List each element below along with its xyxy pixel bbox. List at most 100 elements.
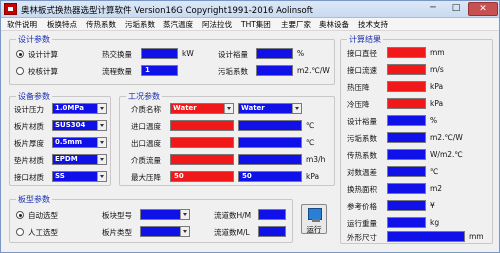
maximize-button[interactable]: □ <box>445 2 467 16</box>
cold-pressure-drop-input[interactable]: 50 <box>238 171 302 182</box>
result-nozzle-velocity-value <box>387 64 426 75</box>
run-label: 运行 <box>306 225 322 234</box>
menu-steam-temp[interactable]: 蒸汽温度 <box>163 19 193 30</box>
plate-material-select[interactable]: SUS304 <box>52 120 107 131</box>
plate-material-label: 板片材质 <box>14 122 44 131</box>
result-unit: m2.℃/W <box>430 133 463 142</box>
app-logo-icon <box>4 3 17 15</box>
chevron-down-icon <box>180 227 189 236</box>
plate-type-title: 板型参数 <box>16 194 52 205</box>
channels-hm-label: 流道数H/M <box>214 211 252 220</box>
result-unit: % <box>430 116 438 125</box>
channels-ml-label: 流道数M/L <box>214 228 250 237</box>
gasket-material-value: EPDM <box>55 155 78 163</box>
result-unit: mm <box>469 232 484 241</box>
gasket-material-select[interactable]: EPDM <box>52 154 107 165</box>
check-calc-label: 校核计算 <box>28 67 58 76</box>
design-pressure-select[interactable]: 1.0MPa <box>52 103 107 114</box>
menu-heat-transfer[interactable]: 传热系数 <box>86 19 116 30</box>
conditions-group: 工况参数 介质名称 Water Water 进口温度 ℃ 出口温度 ℃ 介质流量… <box>119 91 335 186</box>
result-unit: kPa <box>430 99 444 108</box>
heat-load-input[interactable] <box>141 48 178 59</box>
cold-flow-rate-input[interactable] <box>238 154 302 165</box>
result-price-value <box>387 200 426 211</box>
plate-thickness-value: 0.5mm <box>55 138 82 146</box>
result-label: 热压降 <box>347 83 370 92</box>
fouling-unit: m2.℃/W <box>297 66 330 75</box>
hot-medium-value: Water <box>173 104 197 112</box>
result-cold-pressure-drop-value <box>387 98 426 109</box>
design-margin-label: 设计裕量 <box>218 50 248 59</box>
pressure-drop-label: 最大压降 <box>131 173 161 182</box>
minimize-button[interactable]: ─ <box>422 2 444 16</box>
hot-medium-select[interactable]: Water <box>170 103 234 114</box>
result-design-margin-value <box>387 115 426 126</box>
result-unit: kPa <box>430 82 444 91</box>
result-heat-transfer-value <box>387 149 426 160</box>
result-label: 设计裕量 <box>347 117 377 126</box>
result-fouling-value <box>387 132 426 143</box>
hot-pressure-drop-input[interactable]: 50 <box>170 171 234 182</box>
plate-model-select[interactable] <box>140 209 190 220</box>
menu-alfa-laval[interactable]: 阿法拉伐 <box>202 19 232 30</box>
results-title: 计算结果 <box>347 34 383 45</box>
menu-fouling[interactable]: 污垢系数 <box>125 19 155 30</box>
result-label: 接口直径 <box>347 49 377 58</box>
result-nozzle-diameter-value <box>387 47 426 58</box>
equipment-params-title: 设备参数 <box>16 91 52 102</box>
chevron-down-icon <box>97 121 106 130</box>
menu-plate-features[interactable]: 板换特点 <box>47 19 77 30</box>
hot-outlet-temp-input[interactable] <box>170 137 234 148</box>
auto-select-radio[interactable] <box>16 211 24 219</box>
chevron-down-icon <box>97 138 106 147</box>
flow-rate-unit: m3/h <box>306 155 326 164</box>
result-hot-pressure-drop-value <box>387 81 426 92</box>
menu-software-info[interactable]: 软件说明 <box>7 19 37 30</box>
menu-tech-support[interactable]: 技术支持 <box>358 19 388 30</box>
result-label: 参考价格 <box>347 202 377 211</box>
results-group: 计算结果 接口直径 mm 接口流速 m/s 热压降 kPa 冷压降 kPa 设计… <box>340 34 493 244</box>
cold-medium-value: Water <box>241 104 265 112</box>
flow-count-input[interactable]: 1 <box>141 65 178 76</box>
menu-tht-group[interactable]: THT集团 <box>241 19 271 30</box>
manual-select-radio[interactable] <box>16 228 24 236</box>
outlet-temp-unit: ℃ <box>306 138 315 147</box>
result-unit: m/s <box>430 65 444 74</box>
nozzle-material-label: 接口材质 <box>14 173 44 182</box>
plate-material-value: SUS304 <box>55 121 86 129</box>
result-unit: W/m2.℃ <box>430 150 463 159</box>
menu-aolin-equipment[interactable]: 奥林设备 <box>319 19 349 30</box>
result-dimensions-value <box>387 231 465 242</box>
menu-manufacturers[interactable]: 主要厂家 <box>281 19 311 30</box>
inlet-temp-label: 进口温度 <box>131 122 161 131</box>
plate-type-group: 板型参数 自动选型 人工选型 板块型号 板片类型 流道数H/M 流道数M/L <box>9 194 293 243</box>
flow-count-label: 流程数量 <box>102 67 132 76</box>
flow-rate-label: 介质流量 <box>131 156 161 165</box>
design-margin-input[interactable] <box>256 48 293 59</box>
fouling-input[interactable] <box>256 65 293 76</box>
chevron-down-icon <box>97 104 106 113</box>
hot-pressure-drop-value: 50 <box>174 172 184 180</box>
nozzle-material-select[interactable]: SS <box>52 171 107 182</box>
gasket-material-label: 垫片材质 <box>14 156 44 165</box>
main-window: 奥林板式换热器选型计算软件 Version16G Copyright1991-2… <box>0 0 500 253</box>
design-pressure-label: 设计压力 <box>14 105 44 114</box>
plate-type-select[interactable] <box>140 226 190 237</box>
hot-flow-rate-input[interactable] <box>170 154 234 165</box>
run-button[interactable]: 运行 <box>301 204 327 234</box>
channels-hm-input[interactable] <box>258 209 286 220</box>
heat-load-label: 热交换量 <box>102 50 132 59</box>
channels-ml-input[interactable] <box>258 226 286 237</box>
chevron-down-icon <box>224 104 233 113</box>
cold-medium-select[interactable]: Water <box>238 103 302 114</box>
check-calc-radio[interactable] <box>16 67 24 75</box>
hot-inlet-temp-input[interactable] <box>170 120 234 131</box>
result-label: 换热面积 <box>347 185 377 194</box>
chevron-down-icon <box>292 104 301 113</box>
design-calc-radio[interactable] <box>16 50 24 58</box>
plate-thickness-select[interactable]: 0.5mm <box>52 137 107 148</box>
design-margin-unit: % <box>297 49 305 58</box>
cold-inlet-temp-input[interactable] <box>238 120 302 131</box>
cold-outlet-temp-input[interactable] <box>238 137 302 148</box>
close-button[interactable]: ✕ <box>468 2 498 16</box>
